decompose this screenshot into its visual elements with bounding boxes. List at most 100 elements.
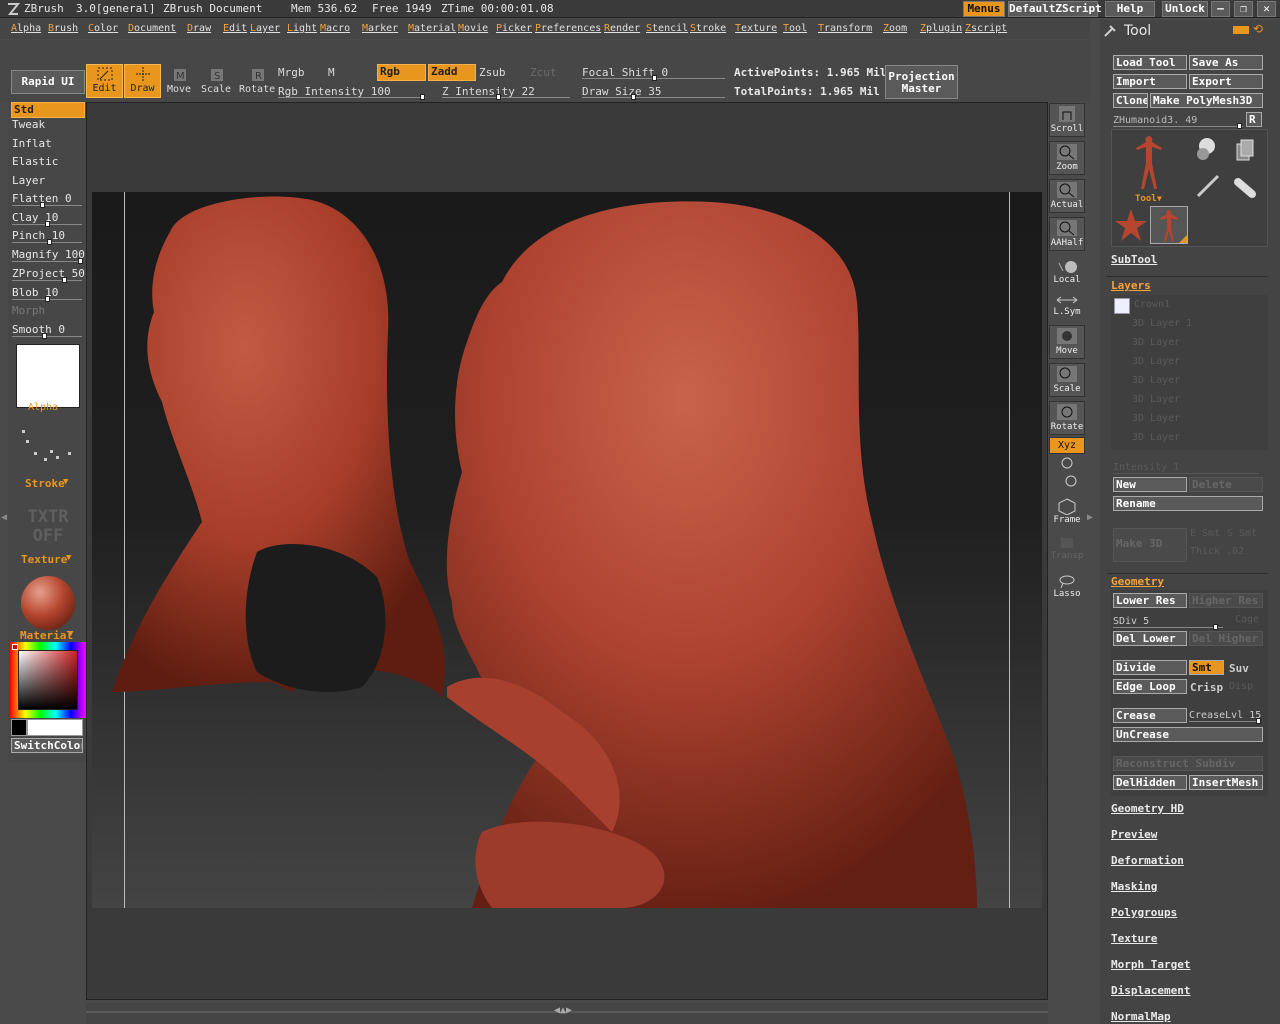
del-higher-button[interactable]: Del Higher bbox=[1189, 631, 1263, 646]
disp-toggle[interactable]: Disp bbox=[1229, 681, 1253, 692]
zadd-button[interactable]: Zadd bbox=[428, 64, 476, 81]
default-zscript-button[interactable]: DefaultZScript bbox=[1008, 1, 1102, 17]
material-label[interactable]: Material bbox=[20, 629, 73, 642]
primary-color-swatch[interactable] bbox=[11, 719, 27, 736]
preview-section[interactable]: Preview bbox=[1111, 828, 1157, 841]
menu-render[interactable]: Render bbox=[604, 23, 640, 34]
move-button[interactable]: M Move bbox=[162, 66, 196, 98]
humanoid-tool-icon[interactable] bbox=[1126, 132, 1172, 194]
del-lower-button[interactable]: Del Lower bbox=[1113, 631, 1187, 646]
spheres-tool-icon[interactable] bbox=[1193, 136, 1219, 162]
uncrease-button[interactable]: UnCrease bbox=[1113, 727, 1263, 742]
layer-item[interactable]: 3D Layer bbox=[1132, 413, 1180, 424]
smooth-slider[interactable]: Smooth 0 bbox=[12, 323, 84, 339]
crease-button[interactable]: Crease bbox=[1113, 708, 1187, 723]
layer-item[interactable]: 3D Layer bbox=[1132, 394, 1180, 405]
reconstruct-subdiv-button[interactable]: Reconstruct Subdiv bbox=[1113, 756, 1263, 771]
frame-button[interactable]: Frame bbox=[1049, 497, 1085, 531]
subtool-section[interactable]: SubTool bbox=[1111, 253, 1157, 266]
crisp-toggle[interactable]: Crisp bbox=[1190, 681, 1223, 694]
rotate-z-icon[interactable] bbox=[1062, 474, 1080, 488]
transp-button[interactable]: Transp bbox=[1049, 535, 1085, 569]
flatten-slider[interactable]: Flatten 0 bbox=[12, 192, 84, 208]
menu-zplugin[interactable]: Zplugin bbox=[920, 23, 962, 34]
draw-button[interactable]: Draw bbox=[124, 64, 161, 98]
focal-shift-slider[interactable]: Focal Shift 0 bbox=[582, 66, 727, 81]
brush-tool-icon[interactable] bbox=[1194, 172, 1222, 200]
selected-tool-thumbnail[interactable] bbox=[1150, 206, 1188, 244]
menu-document[interactable]: Document bbox=[128, 23, 176, 34]
projection-master-button[interactable]: Projection Master bbox=[885, 65, 958, 99]
lsym-button[interactable]: L.Sym bbox=[1049, 293, 1085, 327]
e-smt-label[interactable]: E Smt bbox=[1190, 528, 1220, 539]
xyz-button[interactable]: Xyz bbox=[1049, 437, 1085, 454]
s-smt-label[interactable]: S Smt bbox=[1227, 528, 1257, 539]
right-tray-arrow-icon[interactable]: ▶ bbox=[1087, 512, 1093, 523]
rapid-ui-button[interactable]: Rapid UI bbox=[11, 70, 85, 94]
texture-label[interactable]: Texture bbox=[21, 553, 67, 566]
menu-preferences[interactable]: Preferences bbox=[535, 23, 601, 34]
stroke-dots-icon[interactable] bbox=[20, 428, 76, 468]
rotate-view-button[interactable]: Rotate bbox=[1049, 401, 1085, 435]
polygroups-section[interactable]: Polygroups bbox=[1111, 906, 1177, 919]
displacement-section[interactable]: Displacement bbox=[1111, 984, 1190, 997]
lower-res-button[interactable]: Lower Res bbox=[1113, 593, 1187, 608]
move-view-button[interactable]: Move bbox=[1049, 325, 1085, 359]
menu-alpha[interactable]: Alpha bbox=[11, 23, 41, 34]
switch-color-button[interactable]: SwitchColor bbox=[11, 738, 83, 753]
layer-item[interactable]: 3D Layer bbox=[1132, 337, 1180, 348]
m-button[interactable]: M bbox=[328, 66, 335, 79]
menu-layer[interactable]: Layer bbox=[250, 23, 280, 34]
save-as-button[interactable]: Save As bbox=[1189, 55, 1263, 70]
color-picker-square[interactable] bbox=[18, 650, 78, 710]
lasso-button[interactable]: Lasso bbox=[1049, 573, 1085, 607]
delete-layer-button[interactable]: Delete bbox=[1189, 477, 1263, 492]
alpha-thumbnail[interactable] bbox=[16, 344, 80, 408]
new-layer-button[interactable]: New bbox=[1113, 477, 1187, 492]
rotate-button[interactable]: R Rotate bbox=[239, 66, 275, 98]
layer-intensity-slider[interactable]: Intensity 1 bbox=[1113, 460, 1261, 474]
aahalf-button[interactable]: AAHalf bbox=[1049, 217, 1085, 251]
bottom-tray-arrow-icon[interactable]: ◀▲▶ bbox=[554, 1005, 572, 1016]
menu-movie[interactable]: Movie bbox=[458, 23, 488, 34]
delhidden-button[interactable]: DelHidden bbox=[1113, 775, 1187, 790]
clone-button[interactable]: Clone bbox=[1113, 93, 1148, 108]
palette-dock-icon[interactable] bbox=[1233, 26, 1249, 34]
rgb-intensity-slider[interactable]: Rgb Intensity 100 bbox=[278, 85, 428, 100]
brush-layer[interactable]: Layer bbox=[12, 174, 45, 187]
color-picker[interactable] bbox=[10, 642, 86, 718]
scroll-button[interactable]: Scroll bbox=[1049, 103, 1085, 137]
menu-stroke[interactable]: Stroke bbox=[690, 23, 726, 34]
morph-target-section[interactable]: Morph Target bbox=[1111, 958, 1190, 971]
crease-level-slider[interactable]: CreaseLvl 15 bbox=[1189, 708, 1263, 724]
layer-item[interactable]: 3D Layer 1 bbox=[1132, 318, 1192, 329]
copy-tool-icon[interactable] bbox=[1235, 138, 1255, 162]
divide-button[interactable]: Divide bbox=[1113, 660, 1187, 675]
r-button[interactable]: R bbox=[1246, 112, 1262, 127]
material-sphere[interactable] bbox=[21, 576, 75, 630]
menu-texture[interactable]: Texture bbox=[735, 23, 777, 34]
menu-material[interactable]: Material bbox=[408, 23, 456, 34]
brush-inflat[interactable]: Inflat bbox=[12, 137, 52, 150]
unlock-button[interactable]: Unlock bbox=[1162, 1, 1208, 17]
geometry-hd-section[interactable]: Geometry HD bbox=[1111, 802, 1184, 815]
rename-layer-button[interactable]: Rename bbox=[1113, 496, 1263, 511]
menu-edit[interactable]: Edit bbox=[223, 23, 247, 34]
zsub-button[interactable]: Zsub bbox=[479, 66, 506, 79]
menu-transform[interactable]: Transform bbox=[818, 23, 872, 34]
texture-section[interactable]: Texture bbox=[1111, 932, 1157, 945]
stroke-label[interactable]: Stroke bbox=[25, 477, 65, 490]
layer-color-swatch[interactable] bbox=[1114, 298, 1130, 314]
make-polymesh-button[interactable]: Make PolyMesh3D bbox=[1150, 93, 1263, 108]
export-button[interactable]: Export bbox=[1189, 74, 1263, 89]
pinch-slider[interactable]: Pinch 10 bbox=[12, 229, 84, 245]
menu-brush[interactable]: Brush bbox=[48, 23, 78, 34]
deformation-section[interactable]: Deformation bbox=[1111, 854, 1184, 867]
menus-button[interactable]: Menus bbox=[963, 1, 1005, 17]
help-button[interactable]: Help bbox=[1105, 1, 1155, 17]
tool-subdivision-slider[interactable]: ZHumanoid3. 49 bbox=[1113, 113, 1245, 129]
zproject-slider[interactable]: ZProject 50 bbox=[12, 267, 85, 283]
menu-zoom[interactable]: Zoom bbox=[883, 23, 907, 34]
rotate-y-icon[interactable] bbox=[1058, 456, 1076, 470]
document-canvas[interactable] bbox=[92, 192, 1042, 908]
